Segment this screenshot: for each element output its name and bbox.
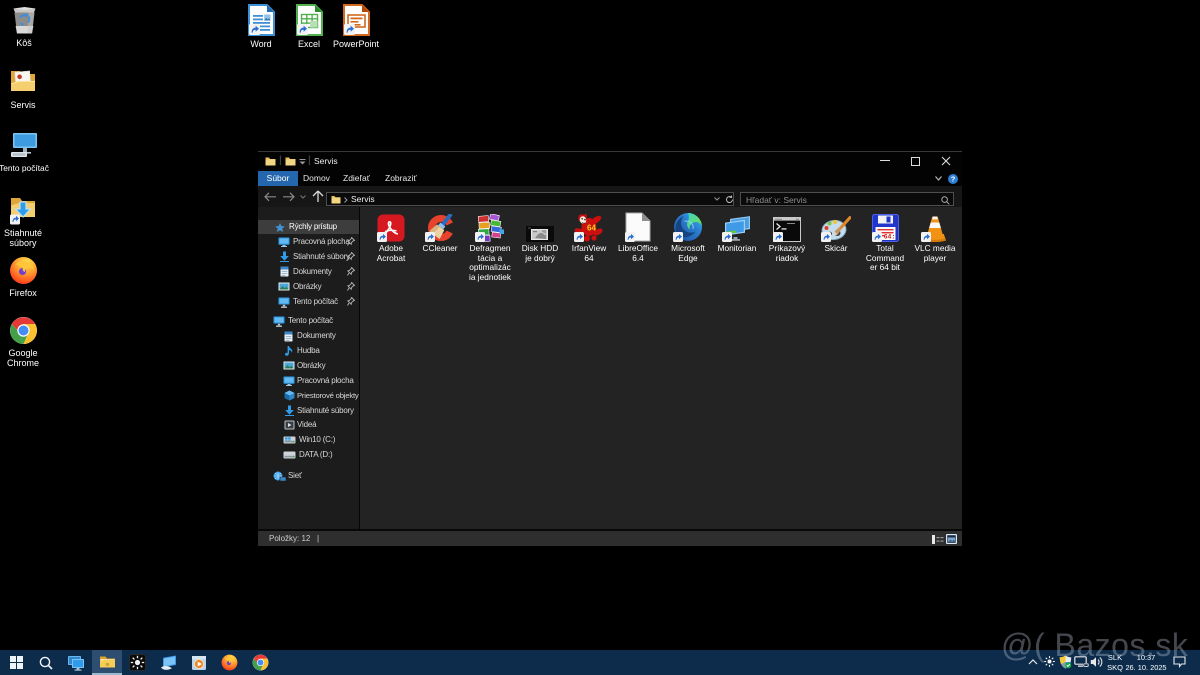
svg-text:64: 64 [587, 224, 596, 233]
svg-text:?: ? [951, 175, 956, 184]
svg-text:64:: 64: [883, 234, 895, 241]
